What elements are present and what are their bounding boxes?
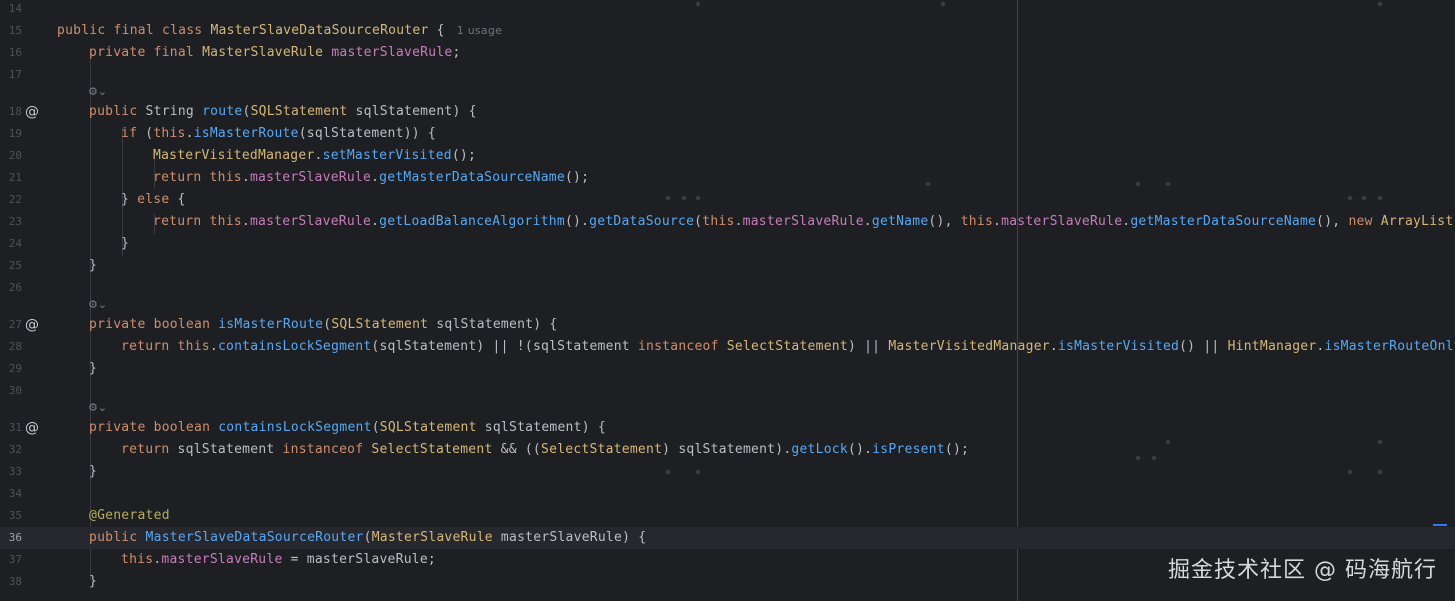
line-number: 15	[8, 24, 22, 37]
code-line[interactable]: 28 return this.containsLockSegment(sqlSt…	[0, 336, 1455, 358]
line-number: 17	[8, 68, 22, 81]
watermark-text: 掘金技术社区 @ 码海航行	[1168, 558, 1437, 583]
line-number: 14	[8, 2, 22, 15]
code-line[interactable]: 24 }	[0, 233, 1455, 255]
code-editor[interactable]: 14 15 public final class MasterSlaveData…	[0, 0, 1455, 601]
code-line[interactable]: 19 if (this.isMasterRoute(sqlStatement))…	[0, 123, 1455, 145]
code-text: }	[89, 258, 98, 273]
line-number: 28	[8, 340, 22, 353]
line-number: 22	[8, 193, 22, 206]
code-line[interactable]: 30	[0, 380, 1455, 402]
line-number: 21	[8, 171, 22, 184]
line-number: 20	[8, 149, 22, 162]
code-line[interactable]: 15 public final class MasterSlaveDataSou…	[0, 20, 1455, 42]
line-number: 26	[8, 281, 22, 294]
code-text: return this.masterSlaveRule.getLoadBalan…	[153, 214, 1455, 229]
code-text: @Generated	[89, 508, 170, 523]
code-line[interactable]: 21 return this.masterSlaveRule.getMaster…	[0, 167, 1455, 189]
code-line[interactable]: 34	[0, 483, 1455, 505]
code-text: }	[89, 361, 98, 376]
code-line[interactable]: 18 @ public String route(SQLStatement sq…	[0, 101, 1455, 123]
code-text: return this.containsLockSegment(sqlState…	[121, 339, 1455, 354]
line-number: 36	[8, 531, 22, 544]
code-text: MasterVisitedManager.setMasterVisited();	[153, 148, 477, 163]
code-line[interactable]: 22 } else {	[0, 189, 1455, 211]
code-text: }	[121, 236, 130, 251]
code-line[interactable]: 17	[0, 64, 1455, 86]
code-line[interactable]: 23 return this.masterSlaveRule.getLoadBa…	[0, 211, 1455, 233]
code-line[interactable]: 25 }	[0, 255, 1455, 277]
code-text: if (this.isMasterRoute(sqlStatement)) {	[121, 126, 437, 141]
chevron-down-icon: ⌄	[97, 85, 108, 98]
line-number: 32	[8, 443, 22, 456]
ai-lens-icon[interactable]: ⚙⌄	[88, 294, 107, 316]
line-number: 29	[8, 362, 22, 375]
code-line[interactable]: 26	[0, 277, 1455, 299]
line-number: 19	[8, 127, 22, 140]
code-text: public MasterSlaveDataSourceRouter(Maste…	[89, 530, 647, 545]
line-number: 25	[8, 259, 22, 272]
ai-lens-icon[interactable]: ⚙⌄	[88, 397, 107, 419]
ai-lens-icon[interactable]: ⚙⌄	[88, 81, 107, 103]
code-text: public String route(SQLStatement sqlStat…	[89, 104, 477, 119]
line-number: 33	[8, 465, 22, 478]
code-line[interactable]: 31 @ private boolean containsLockSegment…	[0, 417, 1455, 439]
chevron-down-icon: ⌄	[97, 298, 108, 311]
code-line[interactable]: 33 }	[0, 461, 1455, 483]
line-number: 34	[8, 487, 22, 500]
scrollbar-marker[interactable]	[1433, 524, 1447, 526]
line-number: 24	[8, 237, 22, 250]
code-text: }	[89, 574, 98, 589]
code-text: private boolean containsLockSegment(SQLS…	[89, 420, 606, 435]
code-line[interactable]: 20 MasterVisitedManager.setMasterVisited…	[0, 145, 1455, 167]
line-number: 30	[8, 384, 22, 397]
line-number: 16	[8, 46, 22, 59]
code-text: } else {	[121, 192, 186, 207]
line-number: 31	[8, 421, 22, 434]
code-text: private final MasterSlaveRule masterSlav…	[89, 45, 461, 60]
code-line-current[interactable]: 36 public MasterSlaveDataSourceRouter(Ma…	[0, 527, 1455, 549]
override-at-icon[interactable]: @	[25, 314, 43, 336]
code-line[interactable]: 27 @ private boolean isMasterRoute(SQLSt…	[0, 314, 1455, 336]
line-number: 35	[8, 509, 22, 522]
line-number: 18	[8, 105, 22, 118]
code-text: return this.masterSlaveRule.getMasterDat…	[153, 170, 590, 185]
chevron-down-icon: ⌄	[97, 401, 108, 414]
usage-hint[interactable]: 1 usage	[457, 24, 502, 37]
code-line[interactable]: 16 private final MasterSlaveRule masterS…	[0, 42, 1455, 64]
code-text: }	[89, 464, 98, 479]
line-number: 37	[8, 553, 22, 566]
code-text: return sqlStatement instanceof SelectSta…	[121, 442, 970, 457]
code-line[interactable]: 32 return sqlStatement instanceof Select…	[0, 439, 1455, 461]
line-number: 38	[8, 575, 22, 588]
override-at-icon[interactable]: @	[25, 101, 43, 123]
code-line[interactable]: 14	[0, 0, 1455, 20]
override-at-icon[interactable]: @	[25, 417, 43, 439]
code-text: this.masterSlaveRule = masterSlaveRule;	[121, 552, 437, 567]
code-line[interactable]: 29 }	[0, 358, 1455, 380]
line-number: 23	[8, 215, 22, 228]
line-number: 27	[8, 318, 22, 331]
code-text: public final class MasterSlaveDataSource…	[57, 23, 503, 38]
code-text: private boolean isMasterRoute(SQLStateme…	[89, 317, 558, 332]
code-line[interactable]: 35 @Generated	[0, 505, 1455, 527]
